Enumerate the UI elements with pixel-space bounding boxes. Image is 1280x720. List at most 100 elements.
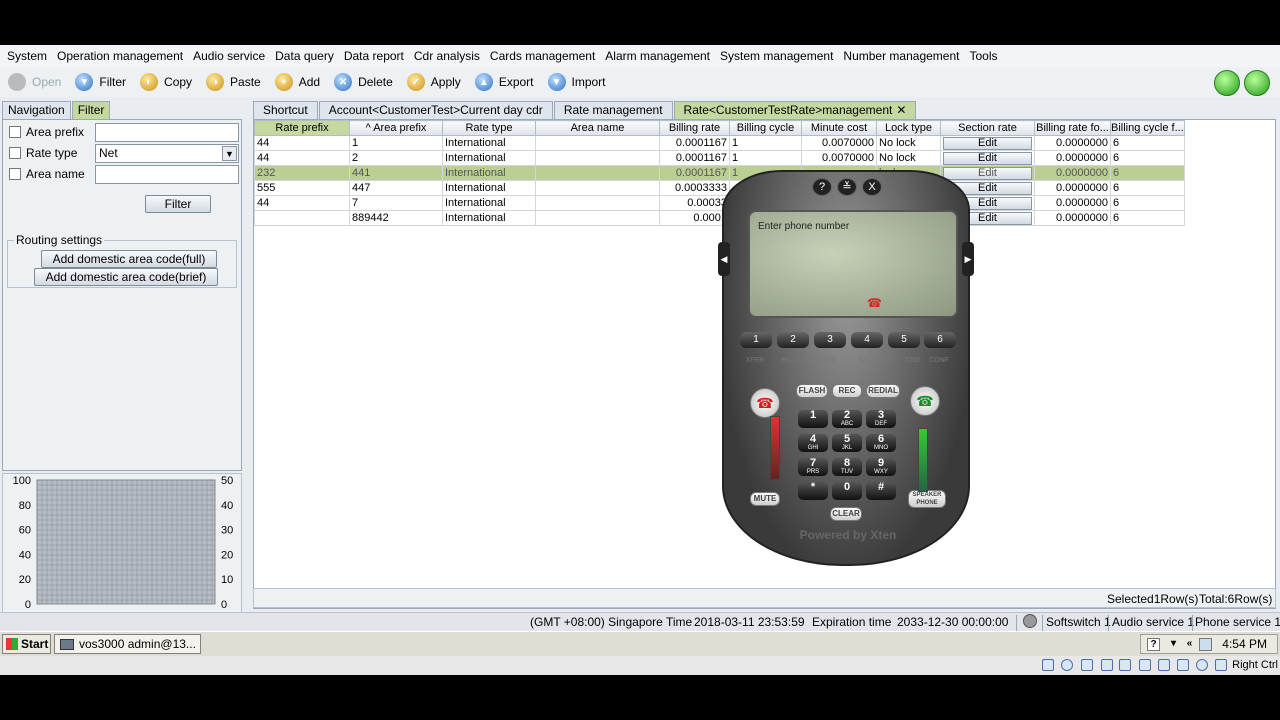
table-cell[interactable]: 1 — [729, 135, 802, 151]
delete-button[interactable]: ✕ Delete — [334, 73, 393, 91]
edit-section-rate-button[interactable]: Edit — [943, 151, 1032, 165]
tab-rate-management[interactable]: Rate management — [553, 101, 673, 119]
import-button[interactable]: ▼ Import — [547, 73, 606, 91]
menu-system[interactable]: System — [2, 49, 52, 63]
dialpad-key-3[interactable]: 3 DEF — [866, 410, 896, 428]
softphone-display[interactable]: Enter phone number ☎ — [748, 210, 958, 318]
table-cell[interactable]: International — [442, 150, 536, 166]
menu-audio-service[interactable]: Audio service — [188, 49, 270, 63]
table-cell[interactable]: 6 — [1110, 195, 1185, 211]
dialpad-key-2[interactable]: 2 ABC — [832, 410, 862, 428]
softphone-window[interactable]: ? ≚ X ◀ ▶ Enter phone number ☎ 1 2 3 4 5… — [714, 170, 978, 566]
hangup-button[interactable]: ☎ — [750, 388, 780, 418]
col-rate-prefix[interactable]: Rate prefix — [254, 120, 350, 136]
filter-button[interactable]: ▼ Filter — [75, 73, 126, 91]
col-lock-type[interactable]: Lock type — [876, 120, 941, 136]
close-icon[interactable]: X — [862, 178, 882, 196]
dialpad-key-0[interactable]: 0 — [832, 482, 862, 500]
minimize-icon[interactable]: ≚ — [837, 178, 857, 196]
network-icon[interactable] — [1199, 638, 1212, 651]
rec-button[interactable]: REC — [832, 384, 862, 398]
conf-key[interactable]: CONF — [924, 357, 954, 364]
menu-alarm-management[interactable]: Alarm management — [600, 49, 715, 63]
add-domestic-full-button[interactable]: Add domestic area code(full) — [41, 250, 217, 268]
table-cell[interactable]: 1 — [729, 150, 802, 166]
chevron-left-icon[interactable]: « — [1183, 638, 1196, 651]
col-section-rate[interactable]: Section rate — [940, 120, 1035, 136]
table-cell[interactable]: 0.0000000 — [1034, 150, 1111, 166]
line-key-1[interactable]: 1 — [740, 332, 772, 348]
col-area-prefix[interactable]: ^ Area prefix — [349, 120, 443, 136]
table-cell[interactable]: 441 — [349, 165, 443, 181]
table-cell[interactable]: International — [442, 135, 536, 151]
dialpad-key-8[interactable]: 8 TUV — [832, 458, 862, 476]
table-cell[interactable]: 6 — [1110, 180, 1185, 196]
table-cell[interactable] — [535, 165, 660, 181]
table-cell[interactable]: 7 — [349, 195, 443, 211]
area-name-checkbox[interactable] — [9, 168, 21, 180]
mute-button[interactable]: MUTE — [750, 492, 780, 506]
table-cell[interactable]: No lock — [876, 135, 941, 151]
dialpad-key-6[interactable]: 6 MNO — [866, 434, 896, 452]
menu-cdr-analysis[interactable]: Cdr analysis — [409, 49, 485, 63]
add-button[interactable]: + Add — [274, 73, 320, 91]
table-cell[interactable]: 889442 — [349, 210, 443, 226]
menu-cards-management[interactable]: Cards management — [485, 49, 600, 63]
menu-data-query[interactable]: Data query — [270, 49, 339, 63]
menu-system-management[interactable]: System management — [715, 49, 838, 63]
table-cell[interactable] — [254, 210, 350, 226]
table-cell[interactable]: International — [442, 165, 536, 181]
col-billing-cycle-f[interactable]: Billing cycle f... — [1110, 120, 1185, 136]
tab-shortcut[interactable]: Shortcut — [253, 101, 318, 119]
area-name-input[interactable] — [95, 165, 239, 184]
col-rate-type[interactable]: Rate type — [442, 120, 536, 136]
table-cell[interactable]: 0.0000000 — [1034, 180, 1111, 196]
speakerphone-button[interactable]: SPEAKER PHONE — [908, 490, 946, 508]
table-cell[interactable]: International — [442, 195, 536, 211]
apply-button[interactable]: ✓ Apply — [406, 73, 461, 91]
table-cell[interactable]: 447 — [349, 180, 443, 196]
chevron-down-icon[interactable]: ▼ — [222, 146, 237, 161]
table-cell[interactable]: 0.0000000 — [1034, 195, 1111, 211]
export-button[interactable]: ▲ Export — [474, 73, 534, 91]
tab-current-day-cdr[interactable]: Account<CustomerTest>Current day cdr — [318, 101, 553, 119]
table-cell[interactable] — [535, 210, 660, 226]
table-cell[interactable] — [535, 180, 660, 196]
line-key-3[interactable]: 3 — [814, 332, 846, 348]
gear-icon[interactable] — [1023, 614, 1037, 628]
rate-type-select[interactable]: Net ▼ — [95, 144, 239, 163]
table-cell[interactable] — [535, 135, 660, 151]
table-cell[interactable]: No lock — [876, 150, 941, 166]
tab-filter[interactable]: Filter — [71, 101, 111, 119]
table-cell[interactable]: 6 — [1110, 165, 1185, 181]
taskbar-item-vos3000[interactable]: vos3000 admin@13... — [54, 634, 201, 654]
line-key-6[interactable]: 6 — [924, 332, 956, 348]
table-cell[interactable] — [535, 150, 660, 166]
table-cell[interactable]: International — [442, 180, 536, 196]
table-cell[interactable]: 0.0001167 — [659, 135, 730, 151]
dialpad-key-7[interactable]: 7 PRS — [798, 458, 828, 476]
table-cell[interactable]: Edit — [940, 135, 1035, 151]
col-billing-rate-fo[interactable]: Billing rate fo... — [1034, 120, 1111, 136]
table-cell[interactable]: 2 — [349, 150, 443, 166]
table-cell[interactable]: 232 — [254, 165, 350, 181]
table-cell[interactable]: 44 — [254, 135, 350, 151]
table-row[interactable]: 44 1 International 0.0001167 1 0.0070000 No lo… — [254, 135, 1185, 151]
clear-button[interactable]: CLEAR — [830, 507, 862, 521]
table-cell[interactable]: 0.0000000 — [1034, 210, 1111, 226]
menu-data-report[interactable]: Data report — [339, 49, 409, 63]
start-button[interactable]: Start — [2, 634, 51, 654]
line-key-5[interactable]: 5 — [888, 332, 920, 348]
table-cell[interactable] — [535, 195, 660, 211]
xfer-key[interactable]: XFER — [740, 357, 770, 364]
rate-type-checkbox[interactable] — [9, 147, 21, 159]
line-key-4[interactable]: 4 — [851, 332, 883, 348]
dialpad-key-1[interactable]: 1 — [798, 410, 828, 428]
hold-key[interactable]: HOLD — [776, 357, 806, 364]
dialpad-key-hash[interactable]: # — [866, 482, 896, 500]
menu-number-management[interactable]: Number management — [838, 49, 964, 63]
line-key-2[interactable]: 2 — [777, 332, 809, 348]
arrow-right-icon[interactable]: ▶ — [962, 242, 974, 276]
table-cell[interactable]: 0.0070000 — [801, 135, 877, 151]
area-prefix-checkbox[interactable] — [9, 126, 21, 138]
